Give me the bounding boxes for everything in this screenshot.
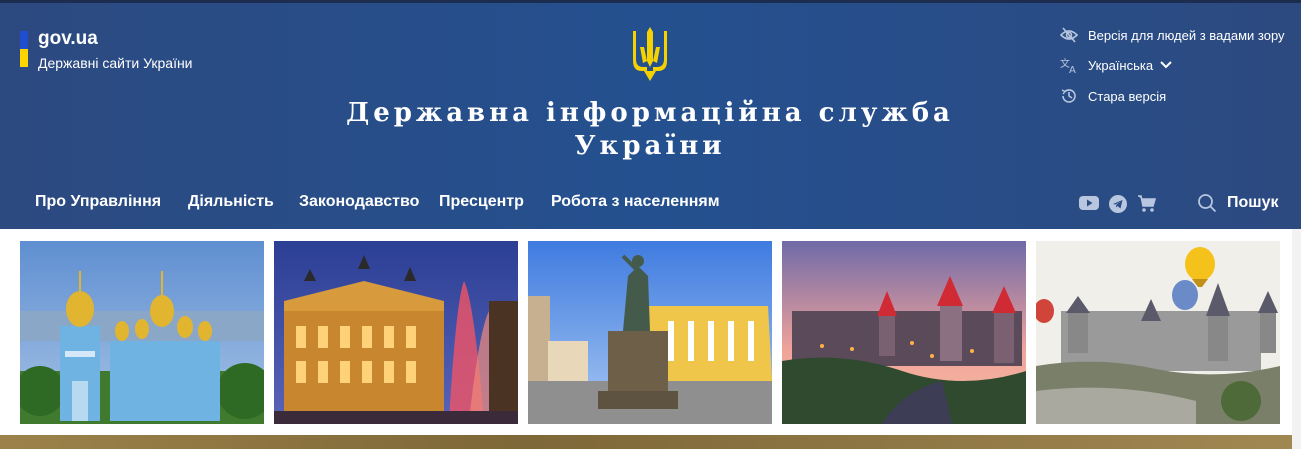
- site-title: Державна інформаційна служба України: [300, 97, 1000, 163]
- main-nav: Про Управління Діяльність Законодавство …: [0, 193, 1301, 215]
- photo-opera-theatre[interactable]: [274, 241, 518, 424]
- svg-text:A: A: [1069, 65, 1076, 73]
- photo-statue-square[interactable]: [528, 241, 772, 424]
- trident-icon: [630, 25, 670, 83]
- nav-item-about[interactable]: Про Управління: [35, 193, 161, 211]
- accessibility-link[interactable]: Версія для людей з вадами зору: [1060, 27, 1285, 43]
- telegram-icon[interactable]: [1109, 195, 1127, 218]
- chevron-down-icon: [1160, 61, 1172, 69]
- photo-gallery: [0, 241, 1301, 424]
- language-selector[interactable]: 文 A Українська: [1060, 57, 1173, 73]
- site-title-line2: України: [574, 131, 726, 161]
- ukraine-flag-icon: [20, 31, 28, 67]
- content-banner-edge: [0, 435, 1301, 449]
- translate-icon: 文 A: [1060, 57, 1076, 73]
- nav-item-press-center[interactable]: Пресцентр: [439, 193, 524, 211]
- govua-subtitle: Державні сайти України: [38, 55, 193, 71]
- history-icon: [1061, 89, 1076, 103]
- youtube-icon[interactable]: [1079, 195, 1099, 216]
- search-label: Пошук: [1227, 194, 1279, 211]
- govua-title: gov.ua: [38, 28, 98, 49]
- language-label: Українська: [1088, 57, 1154, 73]
- old-version-link[interactable]: Стара версія: [1060, 87, 1166, 105]
- nav-item-public-work[interactable]: Робота з населенням: [551, 193, 720, 211]
- site-title-line1: Державна інформаційна служба: [346, 98, 954, 128]
- scrollbar-track[interactable]: [1292, 229, 1301, 449]
- photo-monastery[interactable]: [20, 241, 264, 424]
- eye-slash-icon: [1060, 27, 1078, 43]
- old-version-label: Стара версія: [1088, 88, 1167, 104]
- photo-fortress-dusk[interactable]: [782, 241, 1026, 424]
- cart-icon[interactable]: [1137, 195, 1157, 218]
- search-icon: [1198, 194, 1217, 213]
- nav-item-activity[interactable]: Діяльність: [188, 193, 274, 211]
- nav-item-legislation[interactable]: Законодавство: [299, 193, 419, 211]
- accessibility-label: Версія для людей з вадами зору: [1088, 27, 1285, 43]
- photo-castle-balloons[interactable]: [1036, 241, 1280, 424]
- site-header: gov.ua Державні сайти України Державна і…: [0, 0, 1301, 229]
- search-button[interactable]: Пошук: [1197, 193, 1279, 213]
